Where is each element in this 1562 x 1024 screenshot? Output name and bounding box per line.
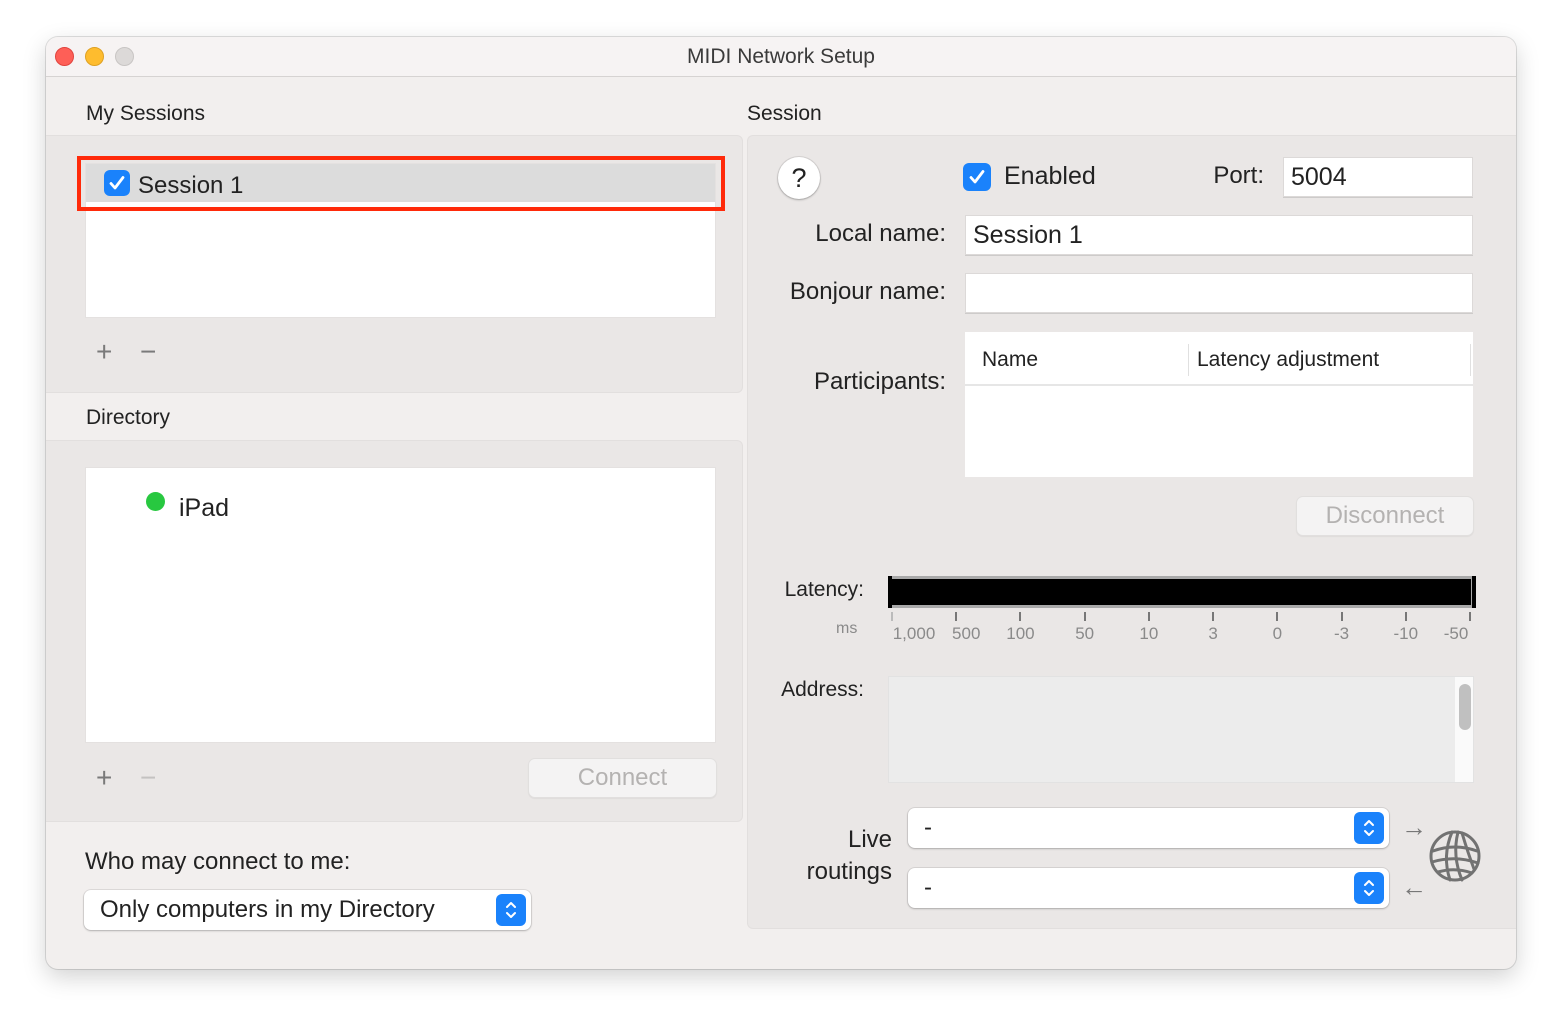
remove-directory-button[interactable]: −: [140, 764, 156, 792]
add-session-button[interactable]: +: [96, 338, 112, 366]
live-routing-out-value: -: [924, 814, 932, 841]
column-header-name[interactable]: Name: [982, 348, 1038, 372]
latency-tick: [1469, 612, 1471, 621]
directory-heading: Directory: [86, 406, 171, 429]
latency-tick: [955, 612, 958, 621]
arrow-left-icon: ←: [1401, 872, 1427, 902]
checkmark-icon: [969, 169, 985, 183]
popup-stepper-icon: [496, 894, 526, 926]
title-bar: MIDI Network Setup: [46, 37, 1516, 77]
window-title: MIDI Network Setup: [687, 45, 875, 68]
column-separator: [1470, 344, 1471, 376]
help-button[interactable]: ?: [778, 157, 820, 199]
online-status-icon: [146, 492, 165, 511]
popup-stepper-icon: [1354, 872, 1384, 904]
enabled-checkbox[interactable]: [963, 162, 991, 191]
latency-tick-label: 1,000: [892, 624, 936, 643]
live-routing-in-value: -: [924, 874, 932, 901]
my-sessions-heading: My Sessions: [86, 102, 206, 125]
live-routing-in-popup[interactable]: -: [908, 868, 1389, 908]
column-header-latency-adjustment[interactable]: Latency adjustment: [1197, 348, 1379, 372]
directory-list: iPad: [85, 467, 716, 743]
session-enabled-checkbox[interactable]: [104, 170, 130, 196]
live-routings-label-line2: routings: [806, 858, 892, 885]
latency-tick-label: 10: [1139, 624, 1159, 643]
bonjour-name-label: Bonjour name:: [789, 278, 946, 305]
popup-stepper-icon: [1354, 812, 1384, 844]
latency-meter: [888, 576, 1476, 608]
latency-tick-label: -3: [1333, 624, 1350, 643]
local-name-label: Local name:: [815, 220, 946, 247]
session-row[interactable]: Session 1: [86, 164, 715, 202]
enabled-label: Enabled: [1004, 162, 1096, 190]
latency-unit-label: ms: [836, 620, 858, 637]
address-list[interactable]: [888, 676, 1474, 783]
directory-item-label: iPad: [179, 494, 230, 522]
port-field[interactable]: 5004: [1283, 157, 1473, 197]
disconnect-button[interactable]: Disconnect: [1296, 496, 1474, 536]
checkmark-icon: [109, 176, 125, 190]
latency-tick: [1083, 612, 1086, 621]
port-label: Port:: [1213, 162, 1264, 189]
local-name-field[interactable]: Session 1: [965, 215, 1473, 255]
address-scroll-thumb[interactable]: [1459, 684, 1471, 730]
live-routings-label-line1: Live: [847, 826, 892, 853]
who-may-connect-popup[interactable]: Only computers in my Directory: [84, 890, 531, 930]
directory-item-ipad[interactable]: iPad: [146, 480, 229, 523]
latency-tick-label: 0: [1272, 624, 1283, 643]
live-routing-out-popup[interactable]: -: [908, 808, 1389, 848]
latency-tick-label: 50: [1075, 624, 1095, 643]
remove-session-button[interactable]: −: [140, 338, 156, 366]
latency-label: Latency:: [784, 578, 864, 601]
globe-icon: [1429, 830, 1481, 882]
latency-tick: [1404, 612, 1407, 621]
bonjour-name-field[interactable]: [965, 273, 1473, 313]
latency-tick-label: 3: [1208, 624, 1218, 643]
sessions-list: Session 1: [85, 163, 716, 318]
latency-tick: [1340, 612, 1343, 621]
who-may-connect-value: Only computers in my Directory: [100, 896, 435, 923]
session-label: Session 1: [138, 172, 244, 199]
latency-tick: [1276, 612, 1279, 621]
who-may-connect-label: Who may connect to me:: [85, 848, 351, 875]
participants-label: Participants:: [813, 368, 946, 395]
latency-tick-label: 500: [952, 624, 981, 643]
latency-tick: [1147, 612, 1150, 621]
add-directory-button[interactable]: +: [96, 764, 112, 792]
participants-table-header: Name Latency adjustment: [965, 332, 1473, 386]
address-label: Address:: [781, 678, 864, 701]
latency-tick: [1019, 612, 1022, 621]
connect-button[interactable]: Connect: [528, 758, 717, 798]
enabled-control[interactable]: Enabled: [963, 162, 1096, 191]
latency-tick-label: -10: [1393, 624, 1419, 643]
latency-tick-label: -50: [1443, 624, 1469, 643]
address-scrollbar[interactable]: [1455, 677, 1473, 782]
latency-tick: [1212, 612, 1215, 621]
column-separator: [1188, 344, 1189, 376]
latency-tick: [891, 612, 893, 621]
arrow-right-icon: →: [1401, 812, 1427, 842]
participants-table: Name Latency adjustment: [965, 332, 1473, 477]
latency-tick-label: 100: [1006, 624, 1035, 643]
session-heading: Session: [747, 102, 822, 125]
